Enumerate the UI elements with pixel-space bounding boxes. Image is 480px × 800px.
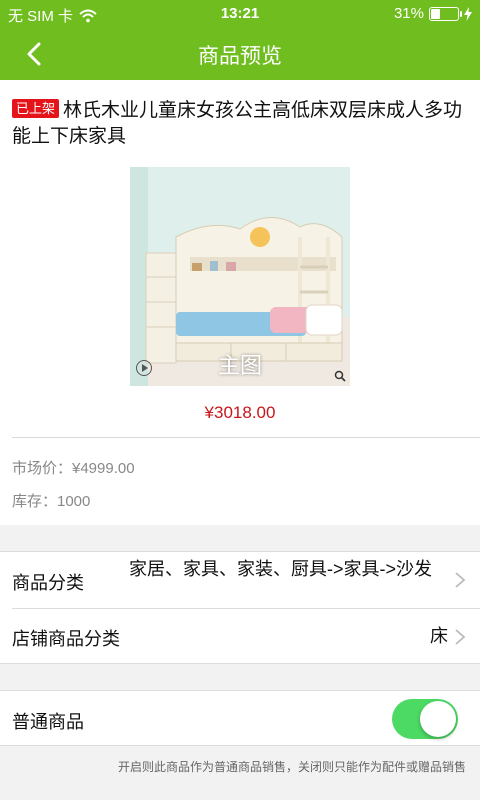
store-category-label: 店铺商品分类 (12, 629, 120, 649)
market-price: 市场价：¥4999.00 (12, 460, 135, 477)
category-group: 商品分类 家居、家具、家装、厨具->家具->沙发 店铺商品分类 床 (0, 551, 480, 664)
battery-fill (431, 8, 440, 19)
play-icon[interactable] (136, 360, 152, 376)
normal-goods-group: 普通商品 (0, 690, 480, 746)
nav-bar: 商品预览 (0, 28, 480, 80)
chevron-right-icon (455, 629, 466, 645)
main-image[interactable]: 主图 (130, 167, 350, 386)
category-label: 商品分类 (12, 573, 84, 593)
normal-goods-row: 普通商品 (0, 691, 480, 747)
top-bar: 无 SIM 卡 13:21 31% 商品预览 (0, 0, 480, 80)
battery-icon (429, 6, 462, 21)
zoom-icon[interactable] (334, 370, 346, 382)
battery-percent: 31% (393, 5, 424, 22)
charging-icon (464, 6, 472, 21)
divider (12, 437, 480, 438)
normal-goods-toggle[interactable] (392, 699, 458, 739)
normal-goods-hint: 开启则此商品作为普通商品销售，关闭则只能作为配件或赠品销售 (117, 760, 466, 774)
product-title-block: 已上架 林氏木业儿童床女孩公主高低床双层床成人多功能上下床家具 (12, 98, 468, 150)
product-price: ¥3018.00 (204, 403, 276, 422)
product-name: 林氏木业儿童床女孩公主高低床双层床成人多功能上下床家具 (12, 100, 463, 147)
normal-goods-label: 普通商品 (12, 712, 84, 732)
stock: 库存：1000 (12, 493, 91, 510)
status-bar: 无 SIM 卡 13:21 31% (0, 0, 480, 28)
main-image-caption: 主图 (217, 353, 262, 378)
store-category-row[interactable]: 店铺商品分类 床 (0, 609, 480, 664)
status-right: 31% (394, 5, 472, 22)
product-section: 已上架 林氏木业儿童床女孩公主高低床双层床成人多功能上下床家具 主图 ¥3018… (0, 80, 480, 525)
page-title: 商品预览 (198, 45, 282, 68)
category-value: 家居、家具、家装、厨具->家具->沙发 (129, 559, 433, 579)
toggle-knob (420, 701, 456, 737)
chevron-right-icon (455, 572, 466, 588)
category-row[interactable]: 商品分类 家居、家具、家装、厨具->家具->沙发 (0, 552, 480, 608)
status-badge: 已上架 (12, 99, 60, 118)
store-category-value: 床 (430, 626, 448, 646)
